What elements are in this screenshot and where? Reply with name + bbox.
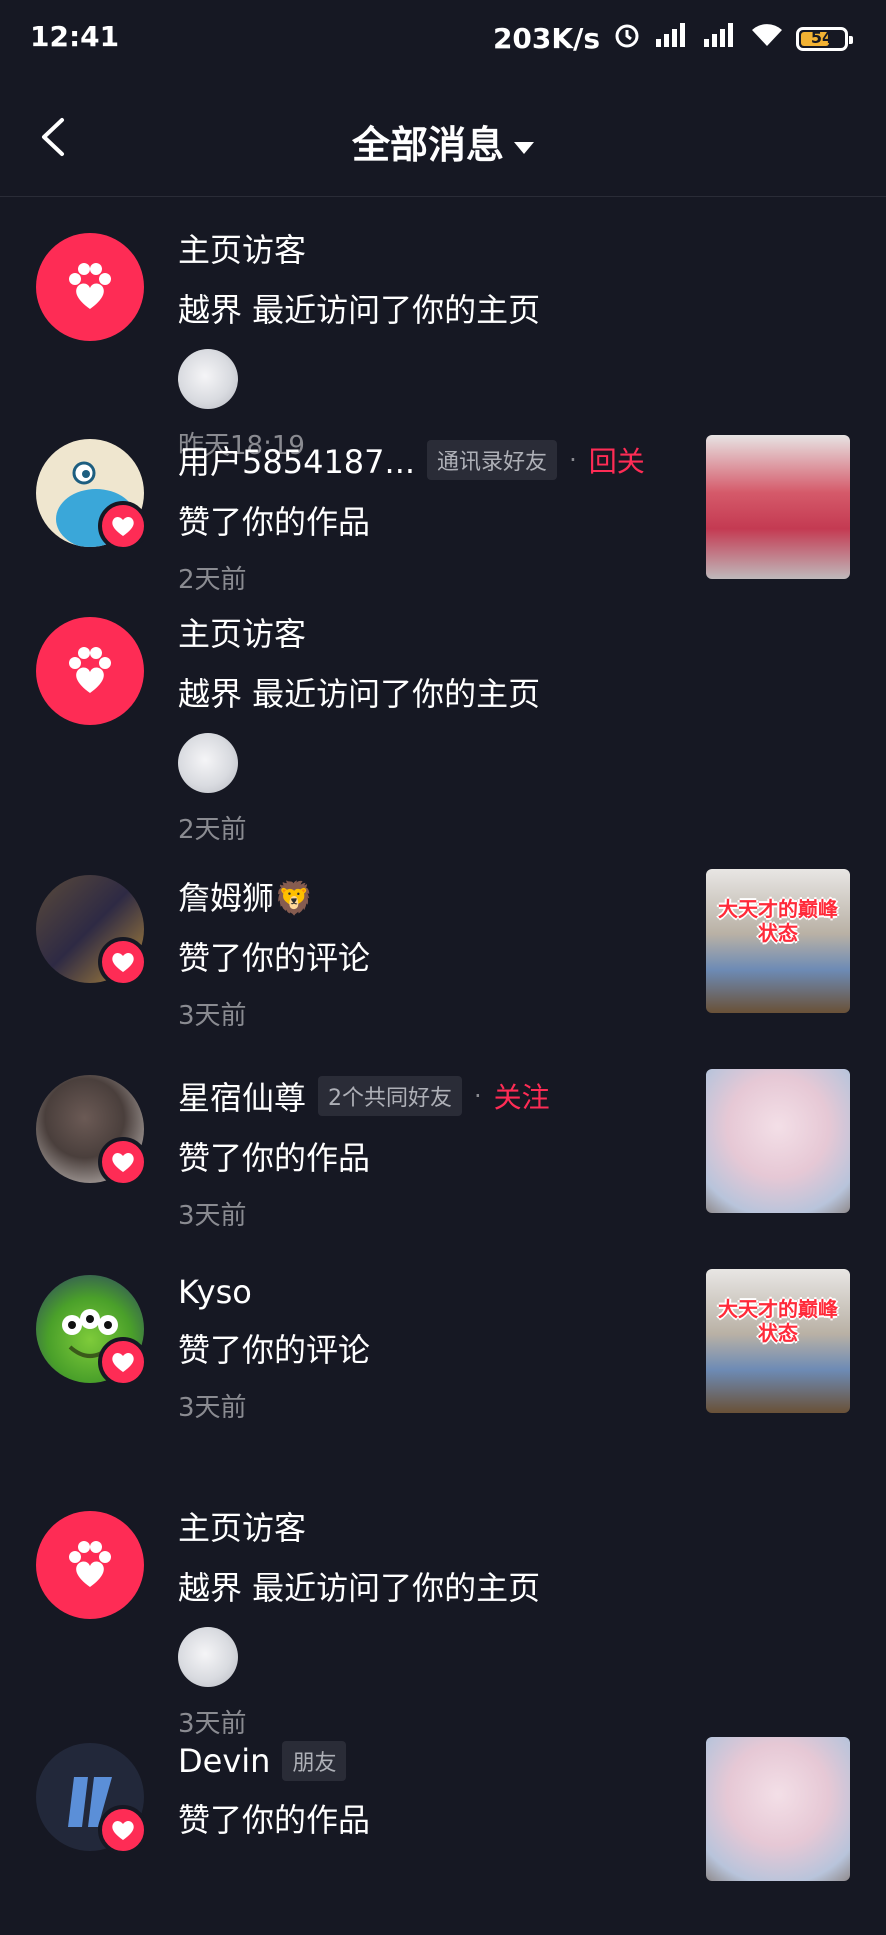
relation-tag: 2个共同好友 bbox=[318, 1076, 463, 1116]
thumbnail-caption: 大天才的巅峰状态 bbox=[718, 1297, 838, 1345]
post-thumbnail[interactable] bbox=[706, 1069, 850, 1213]
visitor-avatar[interactable] bbox=[36, 1511, 144, 1619]
heart-icon bbox=[112, 1153, 134, 1172]
item-desc: 越界 最近访问了你的主页 bbox=[178, 1569, 541, 1607]
post-thumbnail[interactable] bbox=[706, 1737, 850, 1881]
heart-icon bbox=[112, 1821, 134, 1840]
item-name[interactable]: 主页访客 bbox=[178, 609, 306, 655]
like-badge bbox=[98, 937, 148, 987]
like-badge bbox=[98, 1137, 148, 1187]
item-name[interactable]: 主页访客 bbox=[178, 1503, 306, 1549]
item-desc: 赞了你的评论 bbox=[178, 939, 371, 977]
visitor-avatar[interactable] bbox=[36, 233, 144, 341]
comment-thumbnail[interactable]: 大天才的巅峰状态 bbox=[706, 869, 850, 1013]
paw-heart-icon bbox=[69, 647, 111, 693]
status-time: 12:41 bbox=[30, 20, 120, 53]
item-name[interactable]: Kyso bbox=[178, 1273, 252, 1311]
item-time: 2天前 bbox=[178, 815, 247, 845]
list-item[interactable]: 用户5854187... 通讯录好友 · 回关 赞了你的作品 2天前 bbox=[0, 397, 886, 597]
visitor-avatar[interactable] bbox=[36, 617, 144, 725]
caret-down-icon bbox=[514, 141, 534, 154]
item-name[interactable]: 主页访客 bbox=[178, 225, 306, 271]
item-desc: 赞了你的评论 bbox=[178, 1331, 371, 1369]
like-badge bbox=[98, 1805, 148, 1855]
like-badge bbox=[98, 501, 148, 551]
follow-button[interactable]: 关注 bbox=[494, 1076, 550, 1116]
item-name[interactable]: 詹姆狮🦁 bbox=[178, 873, 314, 919]
item-desc: 赞了你的作品 bbox=[178, 503, 371, 541]
list-item[interactable]: 星宿仙尊 2个共同好友 · 关注 赞了你的作品 3天前 bbox=[0, 1065, 886, 1265]
list-item[interactable]: Kyso 赞了你的评论 3天前 大天才的巅峰状态 bbox=[0, 1265, 886, 1465]
item-desc: 赞了你的作品 bbox=[178, 1801, 371, 1839]
alarm-icon bbox=[612, 20, 642, 57]
list-item[interactable]: 主页访客 越界 最近访问了你的主页 昨天18:19 bbox=[0, 197, 886, 461]
item-time: 3天前 bbox=[178, 1001, 247, 1031]
heart-icon bbox=[112, 953, 134, 972]
heart-icon bbox=[112, 1353, 134, 1372]
item-desc: 赞了你的作品 bbox=[178, 1139, 371, 1177]
relation-tag: 朋友 bbox=[282, 1741, 347, 1781]
separator-dot: · bbox=[569, 446, 577, 474]
list-item[interactable]: 主页访客 越界 最近访问了你的主页 2天前 bbox=[0, 597, 886, 865]
list-item[interactable]: 主页访客 越界 最近访问了你的主页 3天前 bbox=[0, 1465, 886, 1739]
visitor-mini-avatar[interactable] bbox=[178, 1627, 238, 1687]
item-name[interactable]: 星宿仙尊 bbox=[178, 1073, 306, 1119]
item-time: 3天前 bbox=[178, 1393, 247, 1423]
list-item[interactable]: 詹姆狮🦁 赞了你的评论 3天前 大天才的巅峰状态 bbox=[0, 865, 886, 1065]
wifi-icon bbox=[750, 22, 784, 55]
message-filter-dropdown[interactable]: 全部消息 bbox=[0, 114, 886, 169]
item-desc: 越界 最近访问了你的主页 bbox=[178, 291, 541, 329]
thumbnail-caption: 大天才的巅峰状态 bbox=[718, 897, 838, 945]
page-title: 全部消息 bbox=[351, 123, 504, 167]
item-name[interactable]: 用户5854187... bbox=[178, 437, 415, 483]
paw-heart-icon bbox=[69, 1541, 111, 1587]
like-badge bbox=[98, 1337, 148, 1387]
list-item[interactable]: Devin 朋友 赞了你的作品 bbox=[0, 1735, 886, 1935]
item-name[interactable]: Devin bbox=[178, 1742, 270, 1780]
signal-icon bbox=[654, 21, 690, 56]
relation-tag: 通讯录好友 bbox=[427, 440, 558, 480]
comment-thumbnail[interactable]: 大天才的巅峰状态 bbox=[706, 1269, 850, 1413]
item-time: 2天前 bbox=[178, 565, 247, 595]
follow-back-button[interactable]: 回关 bbox=[589, 440, 645, 480]
visitor-mini-avatar[interactable] bbox=[178, 733, 238, 793]
status-icons: 203K/s 54 bbox=[492, 20, 853, 57]
post-thumbnail[interactable] bbox=[706, 435, 850, 579]
header: 全部消息 bbox=[0, 80, 886, 197]
item-desc: 越界 最近访问了你的主页 bbox=[178, 675, 541, 713]
signal-icon-2 bbox=[702, 21, 738, 56]
separator-dot: · bbox=[474, 1082, 482, 1110]
heart-icon bbox=[112, 517, 134, 536]
status-bar: 12:41 203K/s 54 bbox=[0, 0, 886, 80]
battery-level: 54 bbox=[810, 27, 834, 47]
item-time: 3天前 bbox=[178, 1201, 247, 1231]
net-speed: 203K/s bbox=[492, 22, 600, 55]
battery-icon: 54 bbox=[796, 26, 853, 51]
paw-heart-icon bbox=[69, 263, 111, 309]
message-list: 主页访客 越界 最近访问了你的主页 昨天18:19 用户5854187... 通… bbox=[0, 197, 886, 1935]
